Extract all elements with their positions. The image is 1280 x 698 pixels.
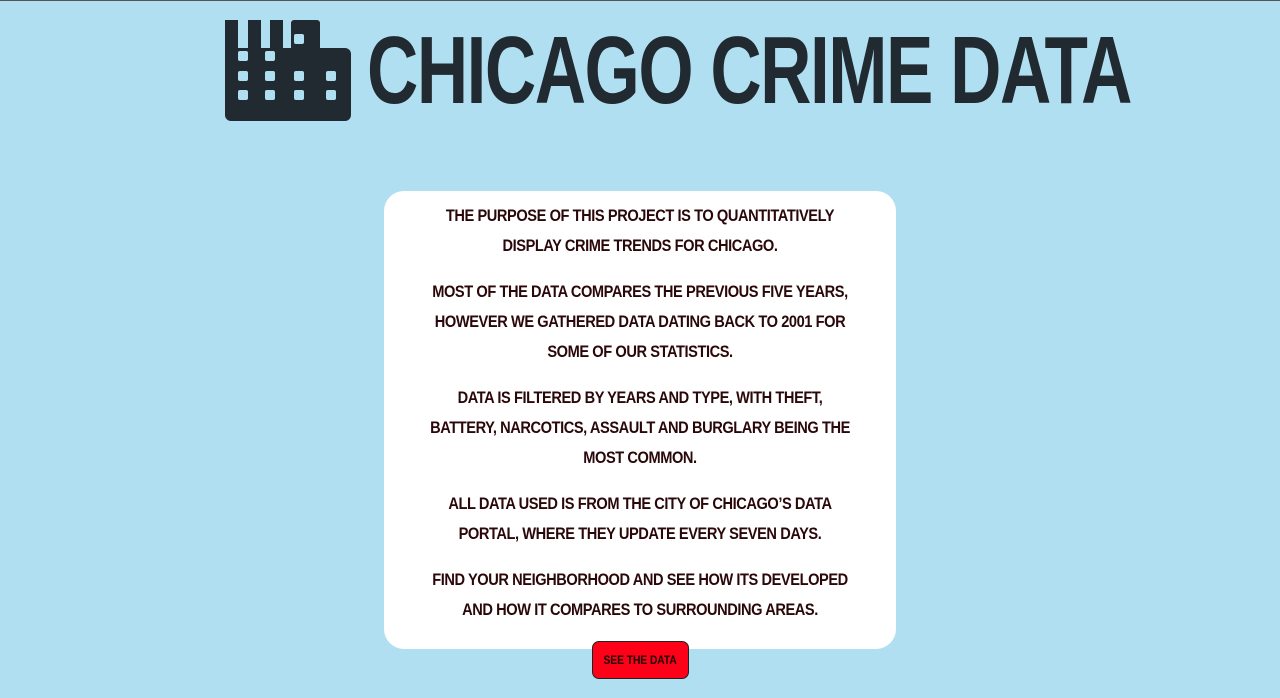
intro-paragraph-purpose: The purpose of this project is to quanti… (445, 206, 835, 255)
top-border (0, 0, 1280, 1)
intro-paragraph-timeframe: Most of the data compares the previous f… (432, 282, 848, 361)
see-the-data-button[interactable]: See the data (591, 641, 689, 679)
intro-card: The purpose of this project is to quanti… (384, 191, 896, 679)
intro-paragraph-neighborhood: Find your neighborhood and see how its d… (432, 570, 848, 619)
city-buildings-icon (225, 20, 351, 121)
intro-paragraph-filters: Data is filtered by years and type, with… (430, 388, 850, 467)
page-title: Chicago Crime Data (367, 16, 1132, 124)
page-header: Chicago Crime Data (225, 20, 1280, 121)
intro-paragraph-source: All data used is from the City of Chicag… (448, 494, 832, 543)
